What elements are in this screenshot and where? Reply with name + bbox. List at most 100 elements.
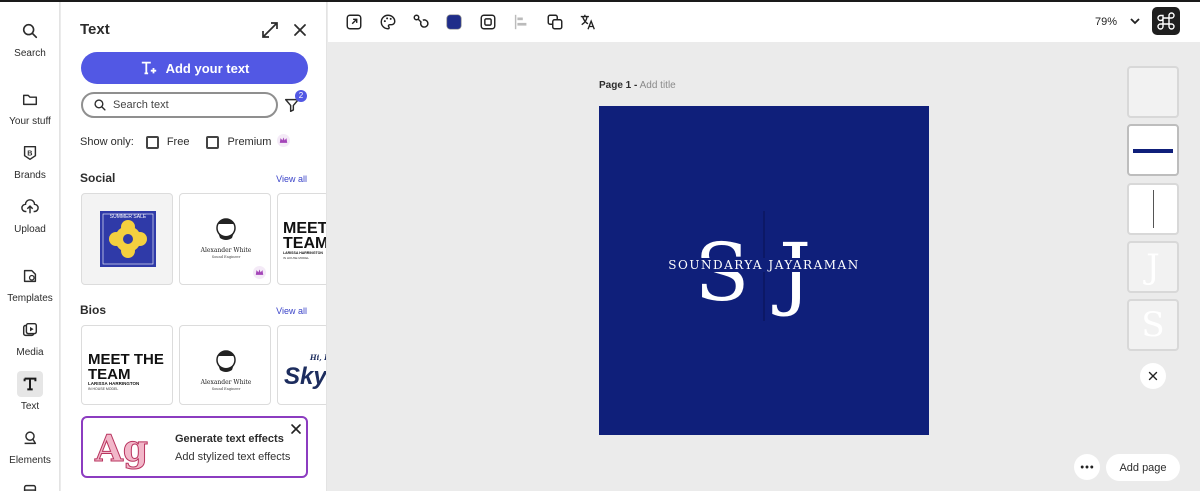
rail-item-elements[interactable]: Elements bbox=[0, 425, 60, 466]
in-house-text: IN HOUSE MODEL bbox=[88, 387, 118, 391]
summer-sale-text: SUMMER SALE bbox=[110, 214, 147, 220]
premium-checkbox[interactable] bbox=[206, 135, 220, 149]
hi-text: Hi, I bbox=[309, 353, 327, 362]
larissa-text: LARISSA HARRINGTON bbox=[283, 251, 323, 255]
social-template-summer-sale[interactable]: SUMMER SALE bbox=[81, 193, 173, 285]
text-icon bbox=[17, 371, 43, 397]
rail-item-media[interactable]: Media bbox=[0, 317, 60, 358]
rail-item-upload[interactable]: Upload bbox=[0, 194, 60, 235]
layer-thumb-divider[interactable] bbox=[1127, 183, 1179, 235]
translate-icon[interactable] bbox=[579, 13, 597, 31]
chevron-down-icon[interactable] bbox=[1128, 14, 1142, 28]
expand-icon[interactable] bbox=[260, 20, 280, 40]
bios-template-alexander[interactable]: Alexander White Sound Engineer bbox=[179, 325, 271, 405]
elements-icon bbox=[17, 425, 43, 451]
design-artboard[interactable]: S J SOUNDARYA JAYARAMAN bbox=[599, 106, 929, 435]
fill-color-swatch-icon[interactable] bbox=[445, 13, 463, 31]
border-icon[interactable] bbox=[479, 13, 497, 31]
svg-text:B: B bbox=[27, 149, 32, 158]
top-toolbar: 79% bbox=[328, 2, 1200, 42]
search-text-box[interactable] bbox=[81, 92, 278, 118]
section-title-bios: Bios bbox=[80, 303, 107, 317]
quick-actions-button[interactable] bbox=[1152, 7, 1180, 35]
rail-item-your-stuff[interactable]: Your stuff bbox=[0, 86, 60, 127]
arrange-layers-icon[interactable] bbox=[546, 13, 564, 31]
design-name-text[interactable]: SOUNDARYA JAYARAMAN bbox=[599, 258, 929, 272]
close-layers-button[interactable] bbox=[1140, 363, 1166, 389]
in-house-text: IN HOUSE MODEL bbox=[283, 256, 309, 260]
rail-item-text[interactable]: Text bbox=[0, 371, 60, 412]
bios-view-all-link[interactable]: View all bbox=[276, 306, 307, 316]
rail-item-brands[interactable]: B Brands bbox=[0, 140, 60, 181]
social-template-meet-team[interactable]: MEET TEAM LARISSA HARRINGTON IN HOUSE MO… bbox=[277, 193, 327, 285]
rail-item-more[interactable] bbox=[0, 478, 60, 491]
generate-text-effects-card[interactable]: Ag Generate text effects Add stylized te… bbox=[81, 416, 308, 478]
rail-item-label: Brands bbox=[14, 170, 46, 181]
rail-item-label: Search bbox=[14, 48, 46, 59]
add-your-text-button[interactable]: Add your text bbox=[81, 52, 308, 84]
rail-item-label: Templates bbox=[7, 293, 53, 304]
rail-item-label: Elements bbox=[9, 455, 51, 466]
page-label: Page 1 - Add title bbox=[599, 80, 676, 91]
search-text-input[interactable] bbox=[113, 99, 263, 111]
canvas-area: Page 1 - Add title S J SOUNDARYA JAYARAM… bbox=[328, 42, 1200, 491]
monogram-letter-s: S bbox=[695, 226, 750, 319]
layer-thumb-1[interactable] bbox=[1127, 66, 1179, 118]
more-options-button[interactable] bbox=[1074, 454, 1100, 480]
bios-template-meet-the-team[interactable]: MEET THE TEAM LARISSA HARRINGTON IN HOUS… bbox=[81, 325, 173, 405]
premium-label: Premium bbox=[227, 136, 272, 148]
add-text-icon bbox=[141, 61, 156, 75]
search-icon bbox=[17, 18, 43, 44]
generate-text-effects-subtitle: Add stylized text effects bbox=[175, 451, 291, 463]
brand-icon: B bbox=[17, 140, 43, 166]
panel-title: Text bbox=[80, 21, 110, 38]
generate-text-effects-title: Generate text effects bbox=[175, 433, 284, 445]
team-text: TEAM bbox=[283, 235, 327, 252]
layer-thumb-j-letter: J bbox=[1146, 247, 1160, 287]
command-icon bbox=[1157, 12, 1175, 30]
shape-edit-icon[interactable] bbox=[412, 13, 430, 31]
grid-icon bbox=[17, 478, 43, 491]
premium-crown-icon bbox=[277, 134, 291, 150]
rail-item-search[interactable]: Search bbox=[0, 18, 60, 59]
larissa-text: LARISSA HARRINGTON bbox=[88, 381, 139, 386]
layer-thumb-s[interactable]: S bbox=[1127, 299, 1179, 351]
media-icon bbox=[17, 317, 43, 343]
zoom-level[interactable]: 79% bbox=[1095, 16, 1117, 28]
alexander-role-text: Sound Engineer bbox=[212, 387, 241, 391]
rail-item-templates[interactable]: Templates bbox=[0, 263, 60, 304]
section-title-social: Social bbox=[80, 171, 116, 185]
layer-thumb-s-letter: S bbox=[1141, 305, 1165, 345]
add-page-button[interactable]: Add page bbox=[1106, 454, 1180, 481]
left-rail: Search Your stuff B Brands Upload Templa… bbox=[0, 2, 60, 491]
monogram-letter-j: J bbox=[772, 226, 811, 319]
close-icon[interactable] bbox=[290, 20, 310, 40]
add-title-field[interactable]: Add title bbox=[640, 80, 676, 91]
premium-crown-icon bbox=[253, 266, 266, 284]
close-icon bbox=[1148, 371, 1158, 381]
rail-item-label: Your stuff bbox=[9, 116, 51, 127]
align-icon[interactable] bbox=[512, 13, 530, 31]
layer-thumb-j[interactable]: J bbox=[1127, 241, 1179, 293]
vertical-line-preview bbox=[1153, 190, 1154, 228]
rail-item-label: Upload bbox=[14, 224, 46, 235]
text-panel: Text Add your text 2 Show only: Free Pre… bbox=[61, 2, 327, 491]
upload-icon bbox=[17, 194, 43, 220]
text-effect-sample: Ag bbox=[94, 428, 149, 471]
social-template-alexander[interactable]: Alexander White Sound Engineer bbox=[179, 193, 271, 285]
close-card-icon[interactable] bbox=[288, 421, 304, 437]
palette-icon[interactable] bbox=[379, 13, 397, 31]
add-your-text-label: Add your text bbox=[165, 60, 250, 76]
sky-text: Sky bbox=[284, 363, 327, 390]
horizontal-line-preview bbox=[1133, 149, 1173, 153]
bios-template-sky[interactable]: Hi, I Sky bbox=[277, 325, 327, 405]
alexander-name-text: Alexander White bbox=[200, 247, 252, 254]
alexander-role-text: Sound Engineer bbox=[212, 255, 241, 259]
resize-icon[interactable] bbox=[345, 13, 363, 31]
folder-icon bbox=[17, 86, 43, 112]
layer-thumb-line[interactable] bbox=[1127, 124, 1179, 176]
free-checkbox[interactable] bbox=[145, 135, 159, 149]
page-number: Page 1 - bbox=[599, 80, 638, 91]
social-view-all-link[interactable]: View all bbox=[276, 174, 307, 184]
filter-count-badge: 2 bbox=[295, 90, 307, 102]
